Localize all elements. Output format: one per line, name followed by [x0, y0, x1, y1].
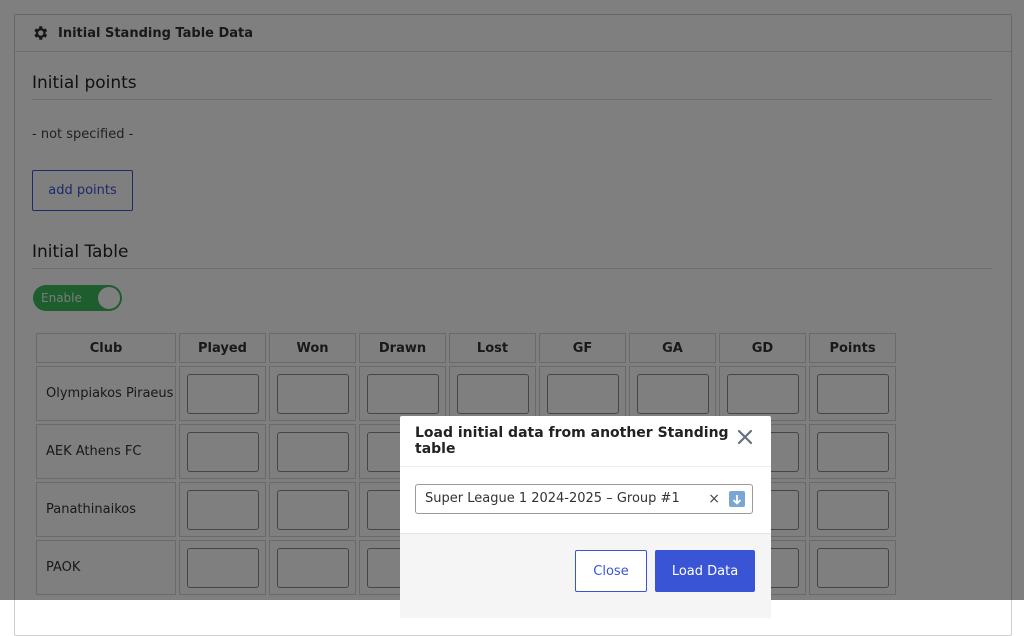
download-icon[interactable] [729, 491, 745, 507]
clear-selection-icon[interactable]: × [708, 485, 720, 513]
select-value: Super League 1 2024-2025 – Group #1 [425, 491, 680, 506]
modal-footer: Close Load Data [400, 534, 771, 618]
close-icon[interactable] [737, 429, 753, 445]
standing-table-select[interactable]: Super League 1 2024-2025 – Group #1 × [415, 484, 753, 514]
close-button[interactable]: Close [575, 550, 647, 592]
load-data-modal: Load initial data from another Standing … [400, 416, 771, 618]
modal-header: Load initial data from another Standing … [400, 416, 771, 466]
modal-body: Super League 1 2024-2025 – Group #1 × [400, 466, 771, 534]
load-data-button[interactable]: Load Data [655, 550, 755, 592]
modal-title: Load initial data from another Standing … [415, 425, 729, 457]
